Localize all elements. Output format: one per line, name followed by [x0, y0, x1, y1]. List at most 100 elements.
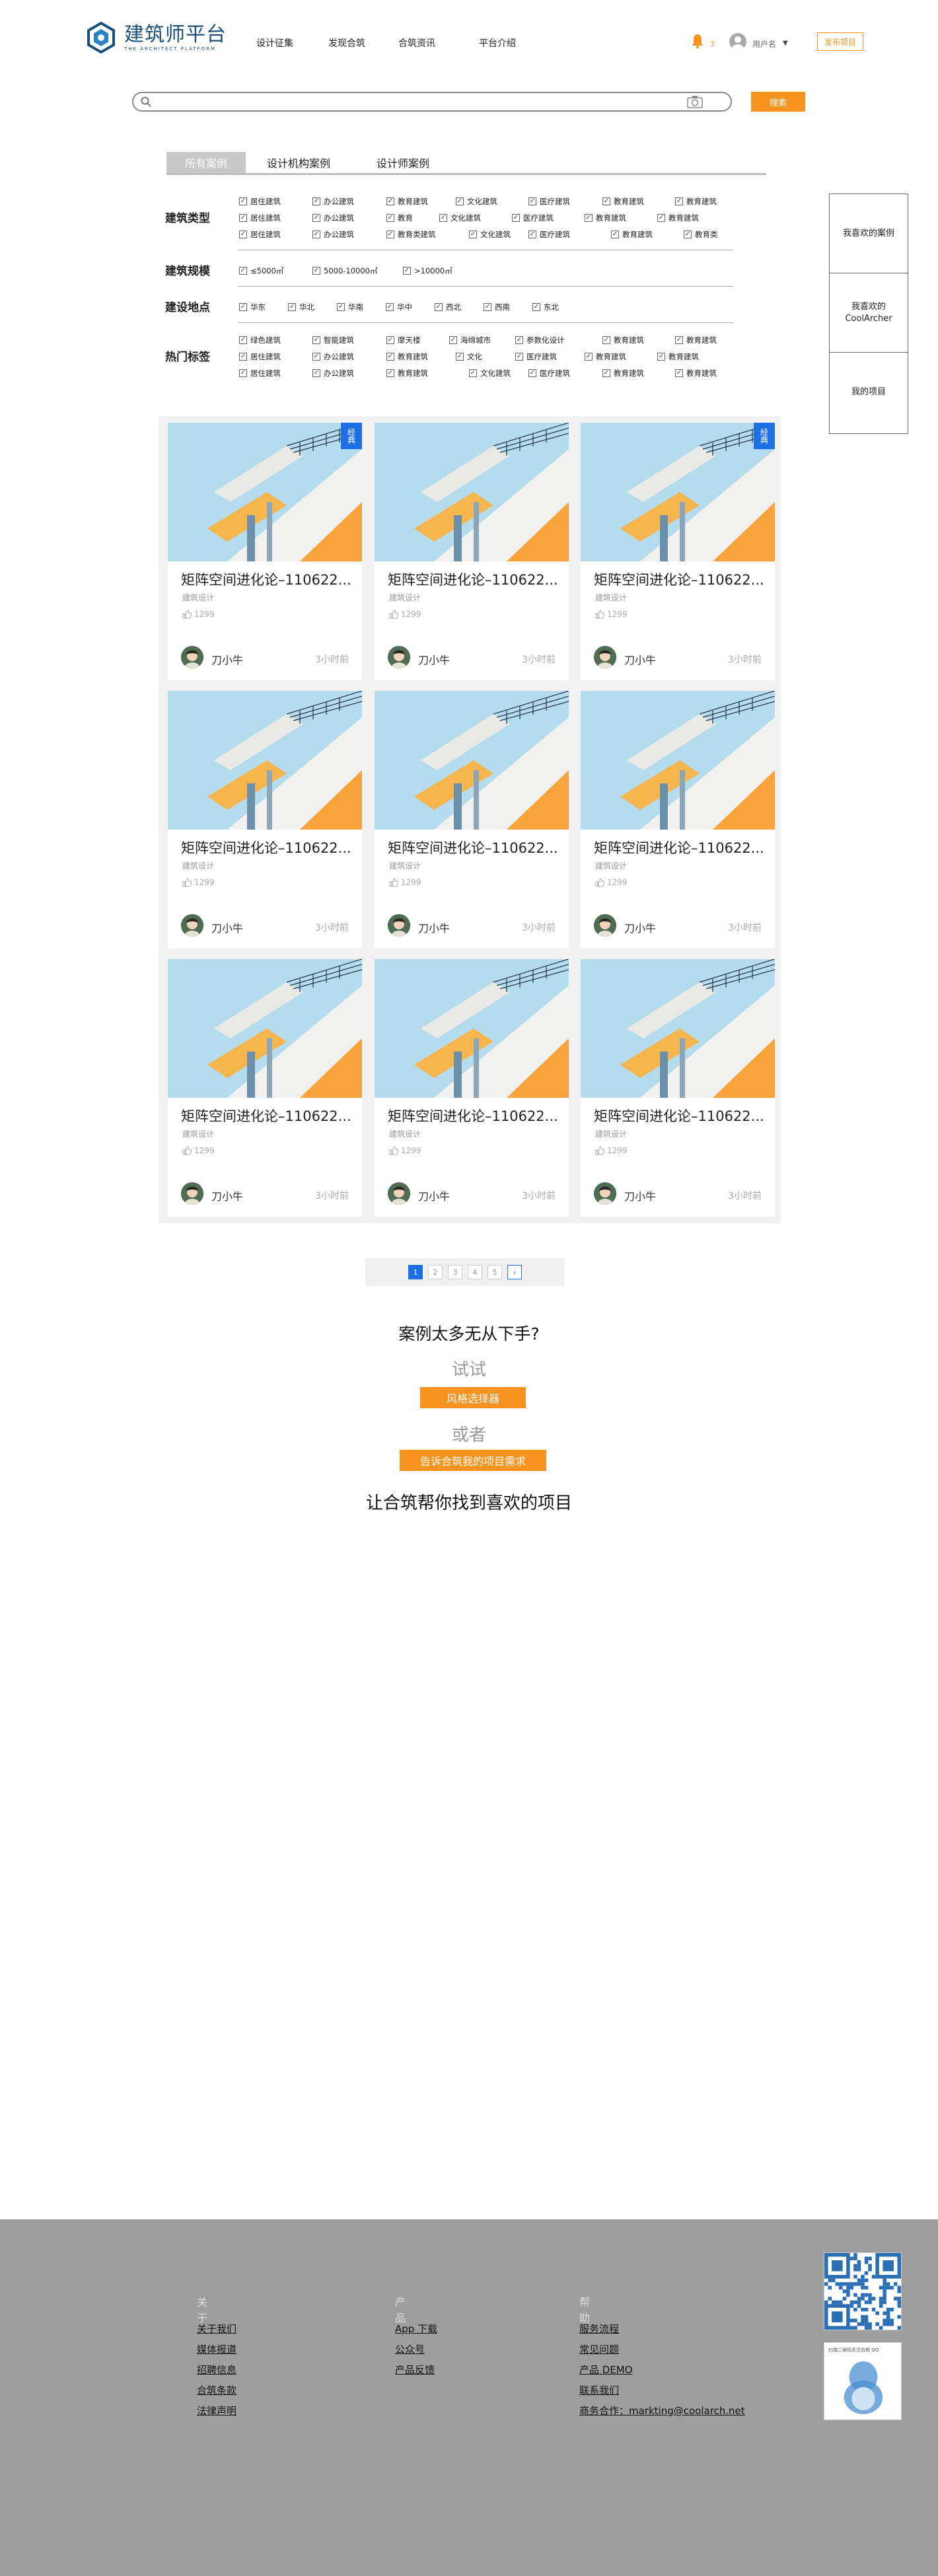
caret-down-icon[interactable]: ▼	[783, 40, 788, 47]
footer-link[interactable]: 媒体报道	[197, 2342, 236, 2356]
filter-type-option[interactable]: ✓ 教育建筑	[657, 213, 699, 223]
author-name[interactable]: 刀小牛	[418, 1188, 450, 1203]
checkbox-icon[interactable]: ✓	[528, 197, 536, 205]
filter-type-option[interactable]: ✓ 教育建筑	[585, 213, 626, 223]
filter-scale-option[interactable]: ✓ 5000-10000㎡	[312, 266, 378, 276]
filter-tag-option[interactable]: ✓ 办公建筑	[312, 351, 354, 362]
case-title[interactable]: 矩阵空间进化论–110622...	[388, 1106, 558, 1126]
filter-type-option[interactable]: ✓ 文化建筑	[469, 229, 511, 240]
thumbs-up-icon[interactable]	[389, 1146, 398, 1155]
thumbs-up-icon[interactable]	[389, 610, 398, 619]
footer-link[interactable]: 产品反馈	[395, 2363, 435, 2377]
filter-location-option[interactable]: ✓ 华中	[386, 302, 412, 312]
like-count[interactable]: 1299	[595, 1146, 628, 1155]
author-avatar[interactable]	[181, 1182, 203, 1205]
checkbox-icon[interactable]: ✓	[675, 336, 683, 344]
checkbox-icon[interactable]: ✓	[684, 231, 692, 238]
filter-type-option[interactable]: ✓ 教育	[386, 213, 413, 223]
checkbox-icon[interactable]: ✓	[469, 231, 477, 238]
thumbs-up-icon[interactable]	[595, 1146, 604, 1155]
case-title[interactable]: 矩阵空间进化论–110622...	[594, 838, 764, 857]
filter-type-option[interactable]: ✓ 教育建筑	[611, 229, 653, 240]
filter-type-option[interactable]: ✓ 教育建筑	[675, 196, 717, 207]
checkbox-icon[interactable]: ✓	[239, 214, 247, 222]
nav-news[interactable]: 合筑资讯	[398, 36, 435, 50]
like-count[interactable]: 1299	[182, 610, 215, 619]
filter-tag-option[interactable]: ✓ 教育建筑	[386, 368, 428, 378]
author-avatar[interactable]	[388, 914, 410, 937]
case-image[interactable]	[375, 423, 569, 561]
footer-link[interactable]: 商务合作：markting@coolarch.net	[579, 2404, 745, 2417]
case-card[interactable]: 矩阵空间进化论–110622... 建筑设计 1299 刀小牛 3小时前	[168, 691, 362, 948]
nav-discover[interactable]: 发现合筑	[328, 36, 365, 50]
checkbox-icon[interactable]: ✓	[675, 197, 683, 205]
checkbox-icon[interactable]: ✓	[239, 267, 247, 275]
thumbs-up-icon[interactable]	[182, 878, 192, 887]
filter-tag-option[interactable]: ✓ 教育建筑	[585, 351, 626, 362]
filter-location-option[interactable]: ✓ 东北	[532, 302, 559, 312]
author-avatar[interactable]	[388, 1182, 410, 1205]
checkbox-icon[interactable]: ✓	[456, 197, 464, 205]
filter-type-option[interactable]: ✓ 医疗建筑	[528, 229, 570, 240]
author-name[interactable]: 刀小牛	[624, 919, 656, 935]
tab-org-cases[interactable]: 设计机构案例	[252, 152, 345, 173]
filter-location-option[interactable]: ✓ 华南	[337, 302, 363, 312]
checkbox-icon[interactable]: ✓	[469, 369, 477, 377]
filter-type-option[interactable]: ✓ 教育类建筑	[386, 229, 436, 240]
filter-type-option[interactable]: ✓ 文化建筑	[456, 196, 497, 207]
filter-tag-option[interactable]: ✓ 居住建筑	[239, 368, 281, 378]
case-title[interactable]: 矩阵空间进化论–110622...	[388, 569, 558, 589]
checkbox-icon[interactable]: ✓	[312, 197, 320, 205]
page-button[interactable]: 3	[448, 1265, 462, 1279]
tab-all-cases[interactable]: 所有案例	[166, 152, 246, 173]
checkbox-icon[interactable]: ✓	[585, 214, 593, 222]
checkbox-icon[interactable]: ✓	[512, 214, 520, 222]
checkbox-icon[interactable]: ✓	[602, 197, 610, 205]
case-title[interactable]: 矩阵空间进化论–110622...	[181, 569, 351, 589]
nav-platform-intro[interactable]: 平台介绍	[479, 36, 516, 50]
author-avatar[interactable]	[388, 646, 410, 668]
thumbs-up-icon[interactable]	[389, 878, 398, 887]
case-card[interactable]: 经典 矩阵空间进化论–110622... 建筑设计 1299 刀小牛 3小时前	[581, 423, 775, 680]
checkbox-icon[interactable]: ✓	[528, 369, 536, 377]
thumbs-up-icon[interactable]	[595, 610, 604, 619]
filter-type-option[interactable]: ✓ 居住建筑	[239, 196, 281, 207]
checkbox-icon[interactable]: ✓	[312, 214, 320, 222]
page-button[interactable]: 4	[468, 1265, 482, 1279]
checkbox-icon[interactable]: ✓	[239, 303, 247, 311]
filter-tag-option[interactable]: ✓ 教育建筑	[386, 351, 428, 362]
filter-tag-option[interactable]: ✓ 教育建筑	[675, 368, 717, 378]
filter-type-option[interactable]: ✓ 文化建筑	[439, 213, 481, 223]
author-avatar[interactable]	[181, 646, 203, 668]
camera-icon[interactable]	[687, 95, 703, 108]
checkbox-icon[interactable]: ✓	[312, 267, 320, 275]
case-image[interactable]	[168, 959, 362, 1098]
filter-tag-option[interactable]: ✓ 海绵城市	[449, 335, 491, 345]
filter-tag-option[interactable]: ✓ 教育建筑	[602, 368, 644, 378]
checkbox-icon[interactable]: ✓	[312, 353, 320, 361]
case-image[interactable]	[375, 959, 569, 1098]
author-name[interactable]: 刀小牛	[624, 651, 656, 667]
checkbox-icon[interactable]: ✓	[657, 214, 665, 222]
footer-link[interactable]: 法律声明	[197, 2404, 236, 2417]
filter-tag-option[interactable]: ✓ 教育建筑	[657, 351, 699, 362]
author-avatar[interactable]	[594, 1182, 616, 1205]
filter-location-option[interactable]: ✓ 西北	[435, 302, 461, 312]
checkbox-icon[interactable]: ✓	[611, 231, 619, 238]
like-count[interactable]: 1299	[389, 1146, 421, 1155]
footer-link[interactable]: 关于我们	[197, 2322, 236, 2336]
site-logo[interactable]: 建筑师平台 THE ARCHITECT PLATFORM	[85, 21, 227, 54]
user-avatar-icon[interactable]	[729, 33, 746, 50]
checkbox-icon[interactable]: ✓	[602, 336, 610, 344]
checkbox-icon[interactable]: ✓	[602, 369, 610, 377]
filter-location-option[interactable]: ✓ 西南	[484, 302, 510, 312]
side-my-liked-cases[interactable]: 我喜欢的案例	[830, 194, 908, 273]
checkbox-icon[interactable]: ✓	[675, 369, 683, 377]
case-title[interactable]: 矩阵空间进化论–110622...	[594, 569, 764, 589]
filter-tag-option[interactable]: ✓ 智能建筑	[312, 335, 354, 345]
checkbox-icon[interactable]: ✓	[515, 336, 523, 344]
checkbox-icon[interactable]: ✓	[386, 214, 394, 222]
case-card[interactable]: 矩阵空间进化论–110622... 建筑设计 1299 刀小牛 3小时前	[581, 959, 775, 1217]
checkbox-icon[interactable]: ✓	[657, 353, 665, 361]
thumbs-up-icon[interactable]	[182, 610, 192, 619]
